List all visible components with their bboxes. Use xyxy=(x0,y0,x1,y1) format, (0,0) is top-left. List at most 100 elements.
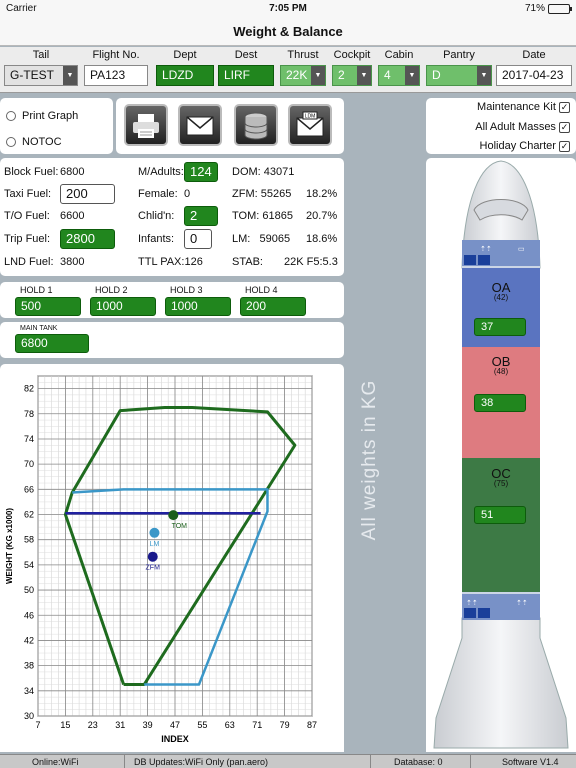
battery-icon xyxy=(548,3,572,14)
x-tick-label: 23 xyxy=(88,720,98,730)
field-dept: Dept LDZD xyxy=(156,49,214,86)
children-input[interactable]: 2 xyxy=(184,206,218,226)
radio-icon xyxy=(6,111,16,121)
adults-input[interactable]: 124 xyxy=(184,162,218,182)
hold-3-input[interactable]: 1000 xyxy=(165,297,231,316)
zfm-readout: ZFM: 55265 xyxy=(232,188,292,200)
ldm-email-button[interactable]: LDM xyxy=(288,104,332,146)
to-fuel-value: 6600 xyxy=(60,210,85,222)
database-icon xyxy=(244,112,268,140)
x-tick-label: 7 xyxy=(35,720,40,730)
ttl-pax: TTL PAX:126 xyxy=(138,256,203,268)
hold-1-input[interactable]: 500 xyxy=(15,297,81,316)
aircraft-diagram: ⇡⇡ ▭ ⇡⇡ ⇡⇡ xyxy=(433,160,569,749)
chevron-down-icon: ▼ xyxy=(311,66,325,85)
y-tick-label: 30 xyxy=(24,711,34,721)
point-label-tom: TOM xyxy=(172,523,188,530)
main-tank-input[interactable]: 6800 xyxy=(15,334,89,353)
y-tick-label: 50 xyxy=(24,585,34,595)
lm-percent: 18.6% xyxy=(306,233,338,245)
x-tick-label: 79 xyxy=(280,720,290,730)
checkmark-icon: ✓ xyxy=(559,121,570,133)
email-button[interactable] xyxy=(178,104,222,146)
chevron-down-icon: ▼ xyxy=(357,66,371,85)
x-tick-label: 63 xyxy=(225,720,235,730)
print-options-panel: Print Graph NOTOC xyxy=(0,98,113,154)
maintenance-kit-option[interactable]: Maintenance Kit ✓ xyxy=(477,101,570,113)
database-status: Database: 0 xyxy=(394,757,443,767)
field-flight-no-label: Flight No. xyxy=(92,49,140,61)
ldm-label: LDM xyxy=(305,114,316,120)
lnd-fuel-value: 3800 xyxy=(60,256,85,268)
weight-data-panel: Block Fuel: 6800 Taxi Fuel: 200 T/O Fuel… xyxy=(0,158,344,276)
x-tick-label: 55 xyxy=(197,720,207,730)
footer-status-bar: Online:WiFi DB Updates:WiFi Only (pan.ae… xyxy=(0,754,576,768)
chevron-down-icon: ▼ xyxy=(405,66,419,85)
online-status: Online:WiFi xyxy=(32,757,79,767)
print-button[interactable] xyxy=(124,104,168,146)
pantry-select[interactable]: D ▼ xyxy=(426,65,492,86)
y-tick-label: 62 xyxy=(24,510,34,520)
zone-oc-count: (75) xyxy=(493,479,509,488)
zone-ob-count: (48) xyxy=(493,367,509,376)
x-tick-label: 71 xyxy=(252,720,262,730)
database-button[interactable] xyxy=(234,104,278,146)
field-cabin-label: Cabin xyxy=(384,49,414,61)
dom-readout: DOM: 43071 xyxy=(232,166,295,178)
dest-input[interactable]: LIRF xyxy=(218,65,274,86)
cabin-select[interactable]: 4 ▼ xyxy=(378,65,420,86)
hold-2-input[interactable]: 1000 xyxy=(90,297,156,316)
exit-arrows-icon: ⇡⇡ xyxy=(480,245,492,253)
flight-no-input[interactable]: PA123 xyxy=(84,65,148,86)
trip-fuel-input[interactable]: 2800 xyxy=(60,229,115,249)
chevron-down-icon: ▼ xyxy=(63,66,77,85)
all-adult-masses-option[interactable]: All Adult Masses ✓ xyxy=(475,121,570,133)
y-tick-label: 38 xyxy=(24,661,34,671)
field-dept-label: Dept xyxy=(173,49,197,61)
hold-4-input[interactable]: 200 xyxy=(240,297,306,316)
taxi-fuel-input[interactable]: 200 xyxy=(60,184,115,204)
envelope-icon xyxy=(186,116,214,136)
y-tick-label: 46 xyxy=(24,610,34,620)
zone-oc-input[interactable]: 51 xyxy=(474,506,526,524)
printer-icon xyxy=(133,114,159,138)
main-tank-label: MAIN TANK xyxy=(20,325,58,332)
y-tick-label: 74 xyxy=(24,434,34,444)
point-label-lm: LM xyxy=(150,541,160,548)
zone-oa-input[interactable]: 37 xyxy=(474,318,526,336)
lm-readout: LM: 59065 xyxy=(232,233,291,245)
page-title: Weight & Balance xyxy=(233,24,343,39)
stab-label: STAB: xyxy=(232,256,263,268)
print-graph-option[interactable]: Print Graph xyxy=(6,110,78,122)
notoc-label: NOTOC xyxy=(22,136,62,148)
date-input[interactable]: 2017-04-23 xyxy=(496,65,572,86)
toilet-icon: ▭ xyxy=(518,246,525,253)
adults-label: M/Adults: xyxy=(138,166,184,178)
tail-select[interactable]: G-TEST ▼ xyxy=(4,65,78,86)
battery-percent: 71% xyxy=(524,3,545,14)
dept-input[interactable]: LDZD xyxy=(156,65,214,86)
to-fuel-label: T/O Fuel: xyxy=(4,210,50,222)
radio-icon xyxy=(6,137,16,147)
infants-input[interactable]: 0 xyxy=(184,229,212,249)
chevron-down-icon: ▼ xyxy=(477,66,491,85)
clock: 7:05 PM xyxy=(269,3,307,14)
cockpit-select[interactable]: 2 ▼ xyxy=(332,65,372,86)
y-tick-label: 58 xyxy=(24,535,34,545)
zone-oa-count: (42) xyxy=(493,293,509,302)
thrust-select[interactable]: 22K ▼ xyxy=(280,65,326,86)
x-tick-label: 47 xyxy=(170,720,180,730)
field-pantry: Pantry D ▼ xyxy=(426,49,492,86)
zone-ob-input[interactable]: 38 xyxy=(474,394,526,412)
db-updates-status: DB Updates:WiFi Only (pan.aero) xyxy=(134,757,269,767)
female-value: 0 xyxy=(184,188,191,200)
field-cockpit: Cockpit 2 ▼ xyxy=(332,49,372,86)
cg-envelope-chart-panel: 7 15 23 31 39 47 55 63 71 79 87 30 34 38 42 46 50 54 58 62 6… xyxy=(0,364,344,752)
point-label-zfm: ZFM xyxy=(146,565,161,572)
point-zfm xyxy=(147,551,158,562)
notoc-option[interactable]: NOTOC xyxy=(6,136,62,148)
point-tom xyxy=(168,510,179,521)
holiday-charter-option[interactable]: Holiday Charter ✓ xyxy=(480,140,570,152)
ldm-envelope-icon: LDM xyxy=(296,111,324,137)
x-tick-label: 31 xyxy=(115,720,125,730)
